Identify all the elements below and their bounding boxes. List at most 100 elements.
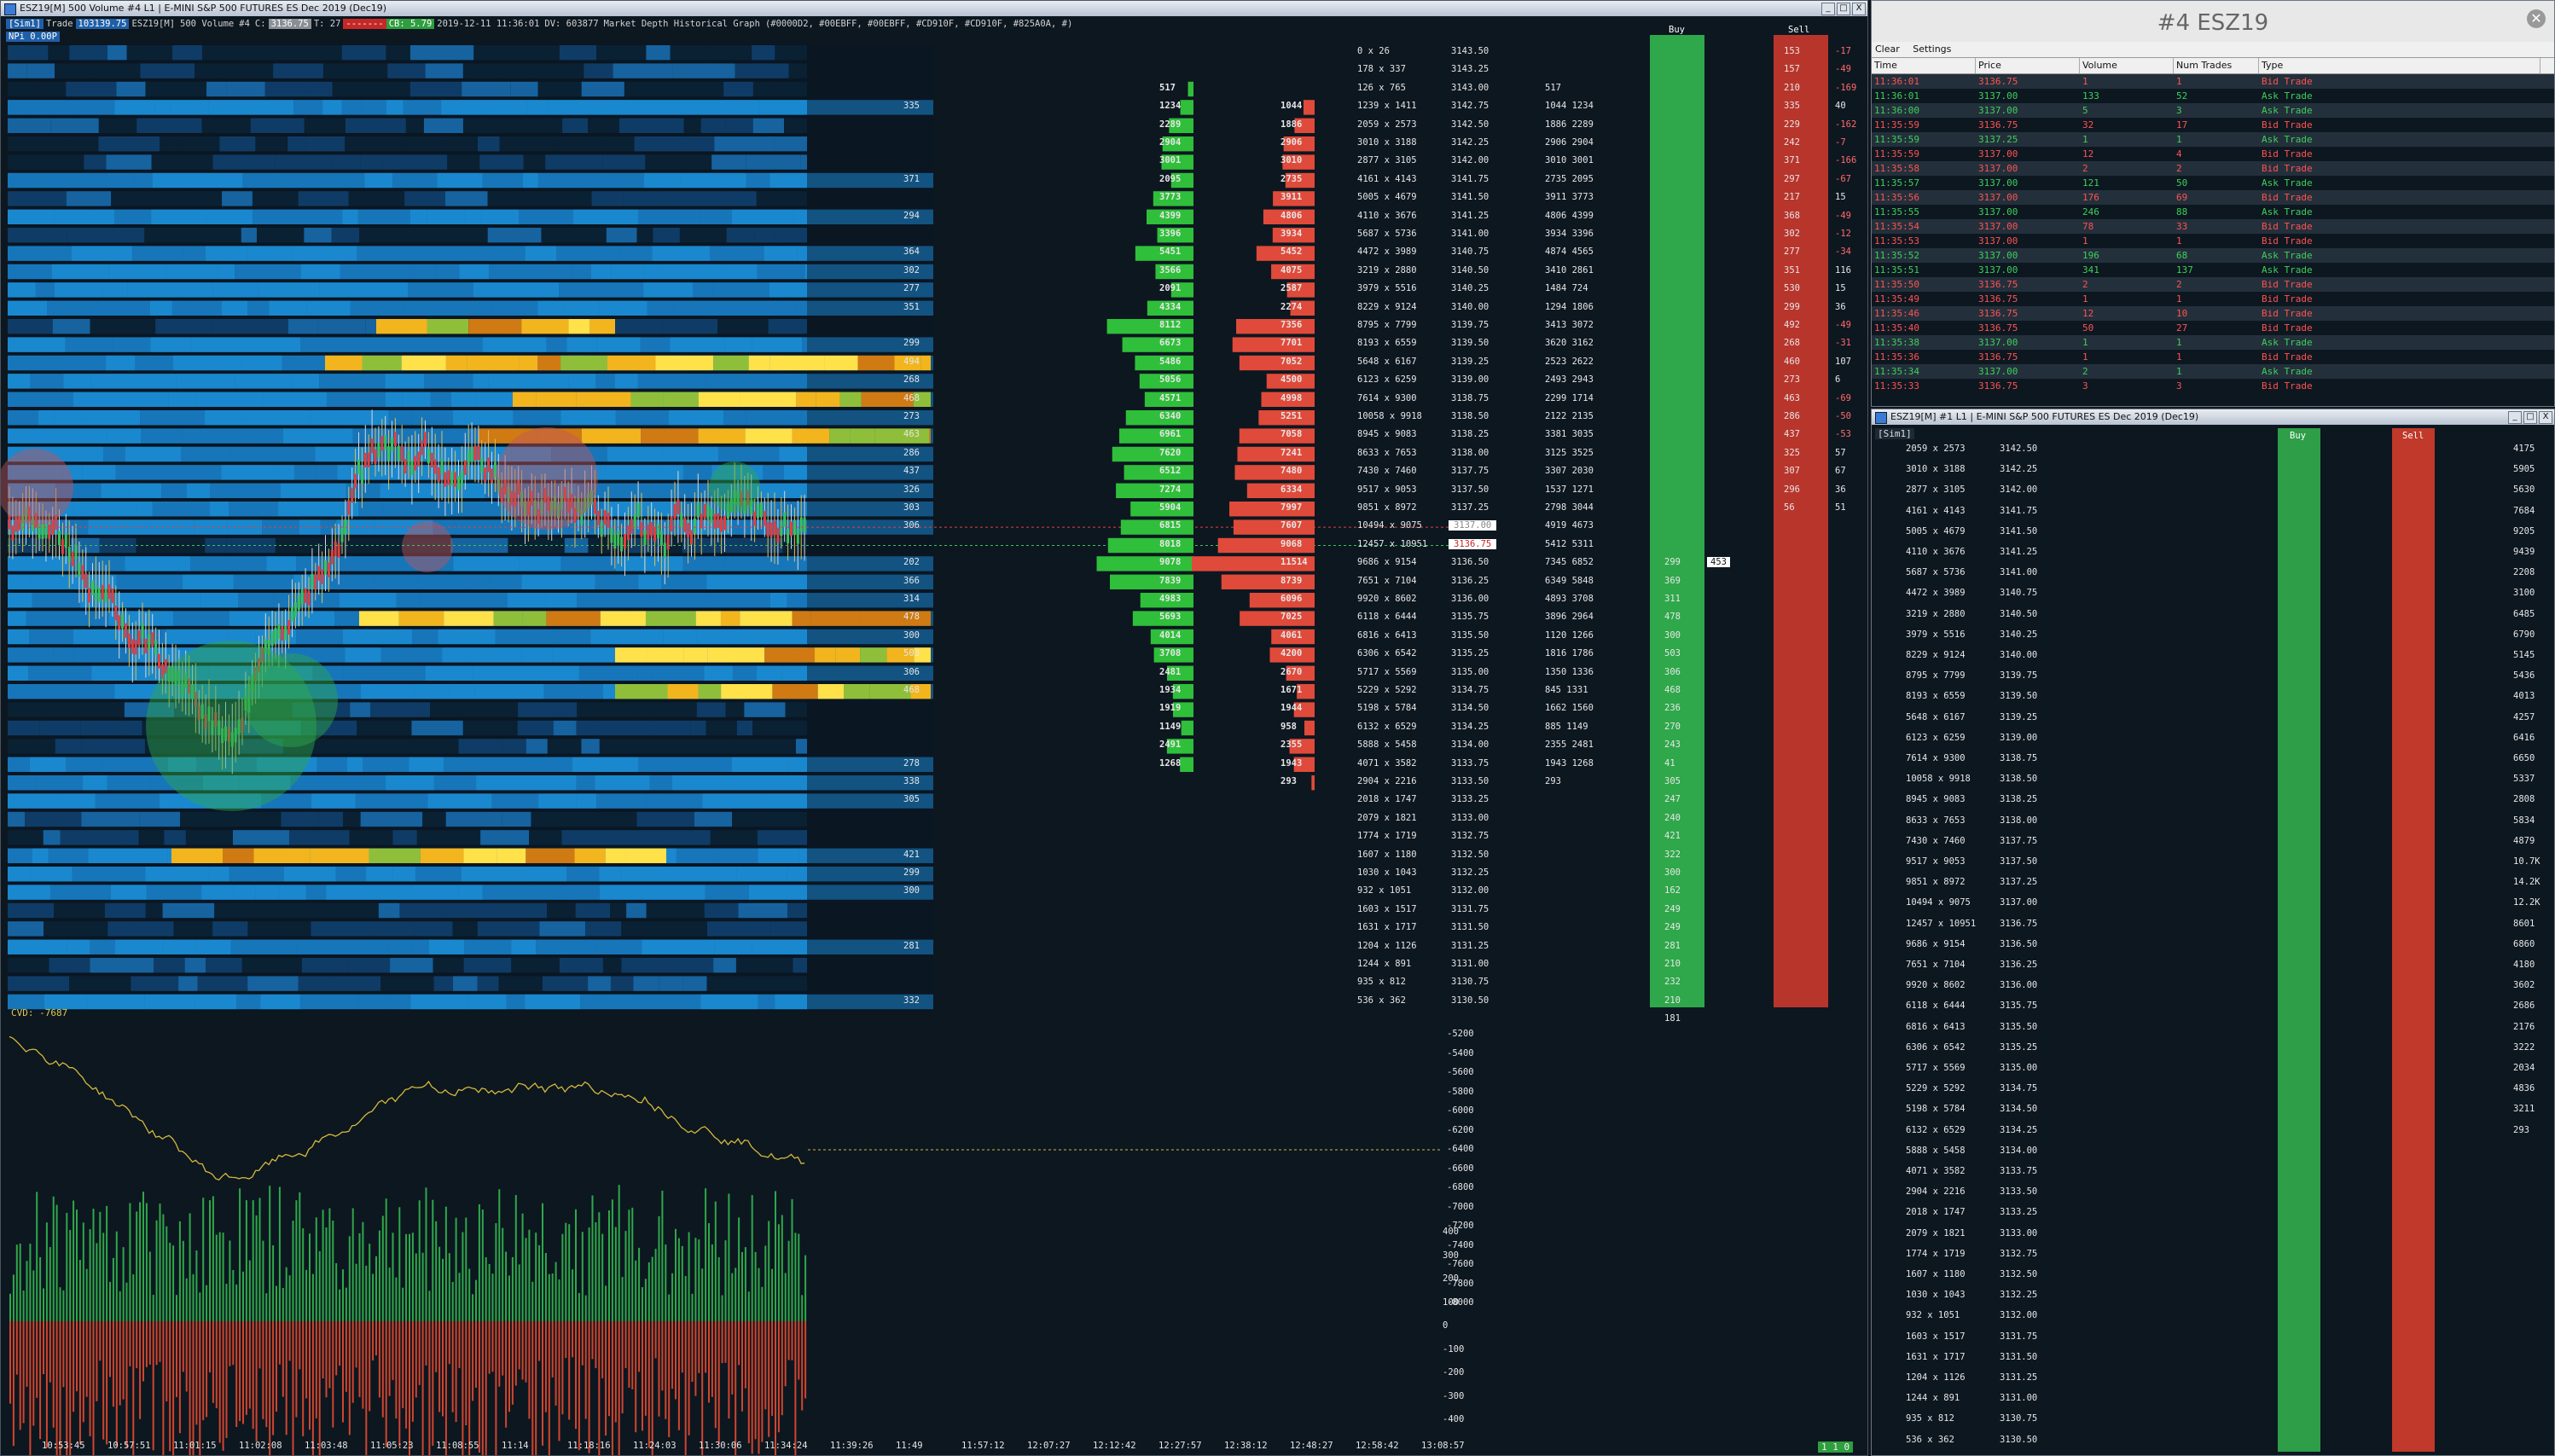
tsr-row[interactable]: 11:35:59 3137.00 12 4 Bid Trade: [1872, 147, 2554, 161]
candle-body: [670, 517, 673, 532]
buy-volume-bar: [269, 1186, 271, 1321]
tsr-row[interactable]: 11:35:46 3136.75 12 10 Bid Trade: [1872, 306, 2554, 321]
tsr-row[interactable]: 11:36:00 3137.00 5 3 Ask Trade: [1872, 103, 2554, 118]
tsr-cell: 50: [2176, 177, 2188, 189]
heatmap-hot-cell: [615, 647, 648, 663]
heatmap-cell: [462, 720, 518, 736]
heatmap-cell: [700, 118, 726, 133]
tsr-row[interactable]: 11:35:34 3137.00 2 1 Ask Trade: [1872, 364, 2554, 379]
tsr-settings-menu[interactable]: Settings: [1913, 44, 1951, 55]
tsr-row[interactable]: 11:35:59 3136.75 32 17 Bid Trade: [1872, 118, 2554, 132]
bid-volume-value: 1149: [1159, 721, 1182, 732]
buy-volume-bar: [178, 1221, 181, 1321]
heatmap-cell: [173, 921, 213, 937]
heatmap-hot-cell: [792, 428, 830, 444]
heatmap-cell: [154, 958, 185, 973]
price-level: 3140.25: [1451, 283, 1489, 294]
sell-volume-cell: 299: [1784, 301, 1800, 312]
heatmap-cell: [530, 63, 584, 78]
tsr-row[interactable]: 11:35:49 3136.75 1 1 Bid Trade: [1872, 292, 2554, 306]
dom-sell-column[interactable]: [2392, 428, 2435, 1452]
ask-volume-value: 1044: [1280, 101, 1303, 112]
heatmap-cell: [8, 45, 49, 61]
heatmap-cell: [614, 319, 663, 334]
heatmap-hot-cell: [467, 355, 520, 371]
tsr-row[interactable]: 11:36:01 3137.00 133 52 Ask Trade: [1872, 89, 2554, 103]
delta-cell: 6: [1835, 374, 1841, 386]
dom-sim-badge[interactable]: [Sim1]: [1875, 428, 1914, 439]
buy-header: Buy: [1669, 25, 1685, 35]
tsr-col-price[interactable]: Price: [1976, 58, 2080, 73]
bid-ask-pair: 5717 x 5569: [1357, 666, 1417, 677]
tsr-row[interactable]: 11:35:52 3137.00 196 68 Ask Trade: [1872, 248, 2554, 263]
dom-close-button[interactable]: X: [2539, 411, 2552, 424]
tsr-row[interactable]: 11:35:58 3137.00 2 2 Bid Trade: [1872, 161, 2554, 176]
sell-volume-bar: [12, 1321, 15, 1447]
tsr-row[interactable]: 11:35:38 3137.00 1 1 Ask Trade: [1872, 335, 2554, 350]
tsr-row[interactable]: 11:35:36 3136.75 1 1 Bid Trade: [1872, 350, 2554, 364]
heatmap-level-label: 326: [903, 484, 920, 495]
bid-volume-value: 2091: [1159, 283, 1182, 294]
buy-volume-bar: [305, 1269, 308, 1321]
tsr-title-bar[interactable]: #4 ESZ19 ✕: [1872, 1, 2554, 42]
tsr-col-type[interactable]: Type: [2259, 58, 2540, 73]
tsr-row[interactable]: 11:35:50 3136.75 2 2 Bid Trade: [1872, 277, 2554, 292]
buy-volume-bar: [572, 1269, 574, 1321]
bid-ask-pair: 4161 x 4143: [1357, 173, 1417, 184]
buy-volume-bar: [155, 1220, 158, 1321]
heatmap-cell: [160, 81, 207, 97]
buy-volume-bar: [409, 1233, 410, 1321]
candle-body: [281, 625, 284, 641]
tsr-row[interactable]: 11:35:59 3137.25 1 1 Ask Trade: [1872, 132, 2554, 147]
heatmap-cell: [433, 976, 453, 991]
dom-bid-ask-pair: 3219 x 2880: [1906, 608, 1966, 619]
candle-body: [624, 534, 626, 549]
heatmap-cell: [571, 191, 592, 206]
dom-maximize-button[interactable]: □: [2523, 411, 2537, 424]
dom-window-title: ESZ19[M] #1 L1 | E-MINI S&P 500 FUTURES …: [1890, 411, 2199, 422]
dom-minimize-button[interactable]: _: [2508, 411, 2522, 424]
candle-body: [314, 574, 317, 589]
buy-volume-bar: [415, 1253, 417, 1321]
bid-volume-value: 2491: [1159, 740, 1182, 751]
time-axis-tick: 12:07:27: [1027, 1441, 1071, 1451]
heatmap-cell: [247, 976, 299, 991]
tsr-row[interactable]: 11:35:40 3136.75 50 27 Bid Trade: [1872, 321, 2554, 335]
dom-window-titlebar[interactable]: ESZ19[M] #1 L1 | E-MINI S&P 500 FUTURES …: [1872, 409, 2554, 425]
sell-volume-bar: [684, 1321, 687, 1455]
heatmap-cell: [558, 136, 601, 152]
tsr-row[interactable]: 11:35:55 3137.00 246 88 Ask Trade: [1872, 205, 2554, 219]
tsr-row[interactable]: 11:35:57 3137.00 121 50 Ask Trade: [1872, 176, 2554, 190]
dom-price-level: 3141.25: [2000, 547, 2038, 557]
tsr-col-volume[interactable]: Volume: [2080, 58, 2174, 73]
close-icon[interactable]: ✕: [2527, 9, 2546, 28]
candle-body: [293, 602, 297, 618]
candle-body: [107, 584, 111, 600]
tsr-clear-menu[interactable]: Clear: [1875, 44, 1900, 55]
heatmap-cell: [507, 191, 527, 206]
sell-volume-bar: [282, 1321, 284, 1397]
bid-ask-pair: 9517 x 9053: [1357, 484, 1417, 495]
tsr-rows[interactable]: 11:36:01 3136.75 1 1 Bid Trade 11:36:01 3137.0…: [1872, 74, 2554, 393]
tsr-row[interactable]: 11:35:56 3137.00 176 69 Bid Trade: [1872, 190, 2554, 205]
tsr-row[interactable]: 11:35:51 3137.00 341 137 Ask Trade: [1872, 263, 2554, 277]
tsr-row[interactable]: 11:36:01 3136.75 1 1 Bid Trade: [1872, 74, 2554, 89]
buy-volume-bar: [15, 1244, 18, 1321]
heatmap-hot-cell: [369, 848, 421, 863]
heatmap-cell: [39, 720, 81, 736]
buy-volume-bar: [521, 1213, 524, 1321]
tsr-cell: 69: [2176, 192, 2188, 203]
tsr-col-num-trades[interactable]: Num Trades: [2174, 58, 2259, 73]
tsr-row[interactable]: 11:35:33 3136.75 3 3 Bid Trade: [1872, 379, 2554, 393]
heatmap-cell: [407, 228, 466, 243]
heatmap-cell: [214, 902, 271, 919]
dom-buy-column[interactable]: [2278, 428, 2320, 1452]
heatmap-cell: [462, 118, 513, 133]
tsr-col-time[interactable]: Time: [1872, 58, 1976, 73]
tsr-row[interactable]: 11:35:54 3137.00 78 33 Bid Trade: [1872, 219, 2554, 234]
sell-volume-bar: [658, 1321, 660, 1417]
tsr-row[interactable]: 11:35:53 3137.00 1 1 Bid Trade: [1872, 234, 2554, 248]
heatmap-cell: [561, 830, 614, 845]
time-axis-tick: 10:57:51: [107, 1441, 151, 1451]
tsr-cell: 50: [2082, 322, 2094, 334]
